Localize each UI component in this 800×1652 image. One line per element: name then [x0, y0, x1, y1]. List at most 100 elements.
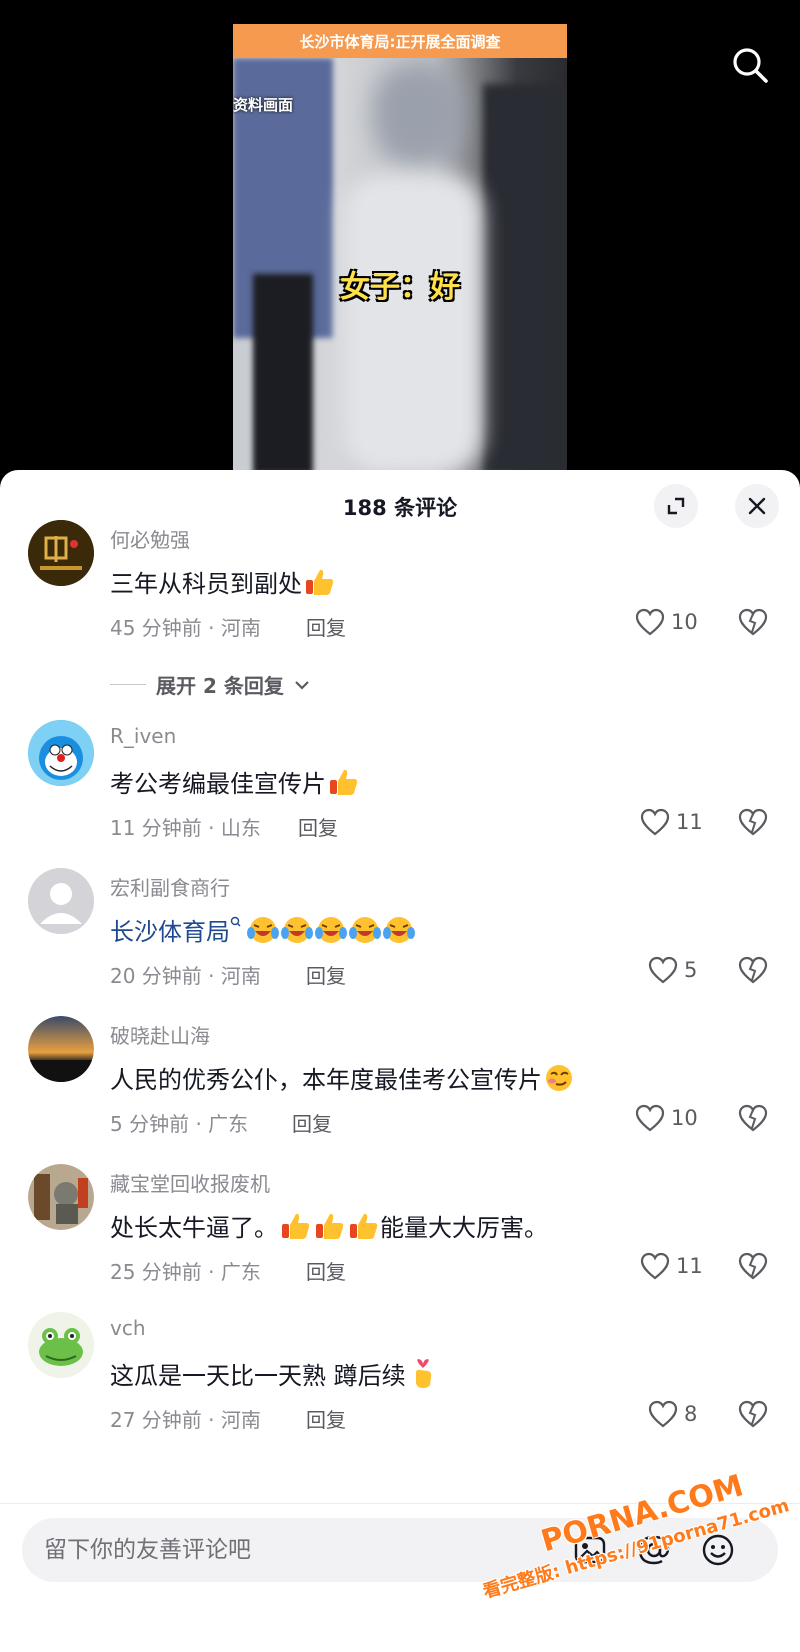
avatar-image — [28, 720, 94, 786]
dislike-button[interactable] — [738, 956, 768, 988]
like-button[interactable]: 11 — [640, 808, 703, 836]
dislike-heart-icon — [738, 808, 768, 836]
comment-text-content: 三年从科员到副处 — [110, 570, 302, 598]
avatar[interactable] — [28, 520, 94, 586]
avatar[interactable] — [28, 720, 94, 786]
laughing-crying-emoji-icon — [315, 917, 347, 943]
avatar-image — [28, 520, 94, 586]
video-banner: 长沙市体育局:正开展全面调查 — [233, 24, 567, 58]
comment-text-content: 人民的优秀公仆，本年度最佳考公宣传片 — [110, 1066, 542, 1094]
chevron-down-icon — [295, 680, 309, 690]
avatar-image — [28, 1312, 94, 1378]
search-button[interactable] — [725, 40, 775, 90]
video-blurred-body — [343, 174, 483, 474]
thumbs-up-emoji-icon — [316, 1213, 344, 1239]
reply-button[interactable]: 回复 — [306, 1404, 346, 1433]
dislike-button[interactable] — [738, 1400, 768, 1432]
comment-meta: 27 分钟前 · 河南 — [110, 1408, 261, 1432]
thumbs-up-emoji-icon — [306, 569, 334, 595]
laughing-crying-emoji-icon — [383, 917, 415, 943]
avatar-image — [28, 1164, 94, 1230]
close-button[interactable] — [735, 484, 779, 528]
heart-icon — [635, 1104, 665, 1132]
comment-username[interactable]: 破晓赴山海 — [110, 1020, 210, 1049]
dislike-heart-icon — [738, 956, 768, 984]
laughing-crying-emoji-icon — [349, 917, 381, 943]
video-frame[interactable]: 长沙市体育局:正开展全面调查 资料画面 女子：好 — [233, 24, 567, 476]
like-count: 8 — [684, 1402, 698, 1426]
dislike-button[interactable] — [738, 1252, 768, 1284]
heart-icon — [648, 956, 678, 984]
avatar[interactable] — [28, 1016, 94, 1082]
divider — [110, 684, 146, 685]
laughing-crying-emoji-icon — [247, 917, 279, 943]
heart-icon — [640, 1252, 670, 1280]
comment-meta: 20 分钟前 · 河南 — [110, 964, 261, 988]
video-blurred-head — [373, 64, 463, 164]
laughing-crying-emoji-icon — [281, 917, 313, 943]
dislike-heart-icon — [738, 1400, 768, 1428]
like-button[interactable]: 10 — [635, 608, 698, 636]
thumbs-up-emoji-icon — [282, 1213, 310, 1239]
comment-text-content: 能量大大厉害。 — [380, 1214, 548, 1242]
like-button[interactable]: 11 — [640, 1252, 703, 1280]
like-count: 5 — [684, 958, 698, 982]
heart-icon — [640, 808, 670, 836]
comment-text-content: 考公考编最佳宣传片 — [110, 770, 326, 798]
heart-icon — [648, 1400, 678, 1428]
expand-button[interactable] — [654, 484, 698, 528]
like-count: 10 — [671, 610, 698, 634]
video-player[interactable]: 长沙市体育局:正开展全面调查 资料画面 女子：好 — [0, 0, 800, 480]
comment-username[interactable]: 宏利副食商行 — [110, 872, 230, 901]
reply-button[interactable]: 回复 — [306, 960, 346, 989]
expand-replies-label: 展开 2 条回复 — [156, 674, 284, 698]
comments-sheet: 188 条评论 何必勉强 三年从科员到副处 45 分钟前 · 河南 回复 10 … — [0, 470, 800, 1652]
like-button[interactable]: 5 — [648, 956, 697, 984]
comment-text: 处长太牛逼了。 能量大大厉害。 — [110, 1208, 548, 1243]
avatar[interactable] — [28, 868, 94, 934]
avatar[interactable] — [28, 1164, 94, 1230]
comment-username[interactable]: 何必勉强 — [110, 524, 190, 553]
comment-meta: 11 分钟前 · 山东 — [110, 816, 261, 840]
comment-text: 三年从科员到副处 — [110, 564, 336, 599]
reply-button[interactable]: 回复 — [298, 812, 338, 841]
reply-button[interactable]: 回复 — [292, 1108, 332, 1137]
like-count: 10 — [671, 1106, 698, 1130]
expand-replies-button[interactable]: 展开 2 条回复 — [110, 670, 310, 699]
dislike-heart-icon — [738, 608, 768, 636]
thumbs-up-emoji-icon — [330, 769, 358, 795]
heart-icon — [635, 608, 665, 636]
finger-heart-emoji-icon — [415, 1359, 431, 1388]
comment-username[interactable]: 藏宝堂回收报废机 — [110, 1168, 270, 1197]
comment-text: 考公考编最佳宣传片 — [110, 764, 360, 799]
comment-text-content: 这瓜是一天比一天熟 蹲后续 — [110, 1362, 406, 1390]
like-count: 11 — [676, 810, 703, 834]
default-avatar-icon — [28, 868, 94, 934]
comment-text-content: 处长太牛逼了。 — [110, 1214, 278, 1242]
comment-meta: 45 分钟前 · 河南 — [110, 616, 261, 640]
comment-meta: 25 分钟前 · 广东 — [110, 1260, 261, 1284]
avatar[interactable] — [28, 1312, 94, 1378]
reply-button[interactable]: 回复 — [306, 612, 346, 641]
like-count: 11 — [676, 1254, 703, 1278]
expand-icon — [667, 497, 685, 515]
dislike-button[interactable] — [738, 808, 768, 840]
search-link-icon — [230, 916, 241, 927]
dislike-button[interactable] — [738, 608, 768, 640]
search-link[interactable]: 长沙体育局 — [110, 918, 230, 946]
thumbs-up-emoji-icon — [350, 1213, 378, 1239]
comment-text: 这瓜是一天比一天熟 蹲后续 — [110, 1356, 440, 1391]
close-icon — [748, 497, 766, 515]
search-icon — [733, 48, 768, 83]
dislike-button[interactable] — [738, 1104, 768, 1136]
like-button[interactable]: 8 — [648, 1400, 697, 1428]
comment-username[interactable]: vch — [110, 1316, 146, 1340]
smirk-emoji-icon — [546, 1065, 572, 1091]
comment-username[interactable]: R_iven — [110, 724, 176, 748]
avatar-image — [28, 1016, 94, 1082]
reply-button[interactable]: 回复 — [306, 1256, 346, 1285]
comment-meta: 5 分钟前 · 广东 — [110, 1112, 249, 1136]
video-caption: 资料画面 — [233, 96, 294, 114]
like-button[interactable]: 10 — [635, 1104, 698, 1132]
comment-text: 人民的优秀公仆，本年度最佳考公宣传片 — [110, 1060, 576, 1095]
